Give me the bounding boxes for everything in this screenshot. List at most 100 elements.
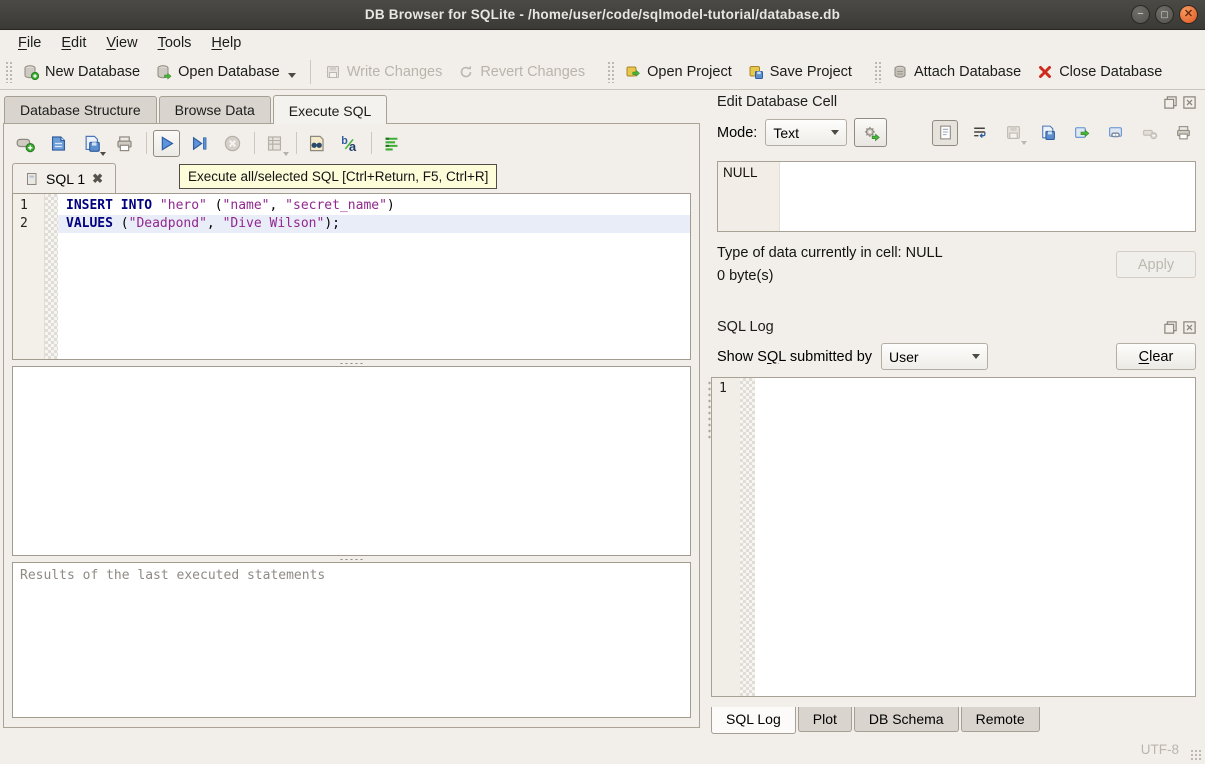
maximize-icon[interactable]: ▢ [1155,5,1174,24]
title-bar[interactable]: DB Browser for SQLite - /home/user/code/… [0,0,1205,30]
save-sql-dropdown-icon[interactable] [100,152,106,156]
menu-edit[interactable]: Edit [51,33,96,53]
submitted-by-select[interactable]: User [881,343,988,370]
open-database-dropdown-icon[interactable] [288,73,296,78]
log-line-number: 1 [719,381,727,396]
save-results-button [261,130,288,157]
print-cell-button[interactable] [1170,120,1196,146]
cell-value-editor[interactable]: NULL [717,161,1196,232]
toolbar-separator [296,132,297,154]
dock-tab-remote[interactable]: Remote [961,707,1040,732]
execute-sql-button[interactable] [153,130,180,157]
dock-tab-plot[interactable]: Plot [798,707,852,732]
revert-changes-icon [458,64,474,80]
tab-execute-sql[interactable]: Execute SQL [273,95,388,124]
toolbar-drag-handle[interactable] [874,61,881,83]
text-mode-button[interactable] [932,120,958,146]
revert-changes-label: Revert Changes [480,64,585,80]
sql-tab[interactable]: SQL 1 ✖ [12,163,116,193]
dock-tab-sql-log[interactable]: SQL Log [711,707,796,734]
close-icon[interactable]: ✕ [1179,5,1198,24]
sql-tab-close-icon[interactable]: ✖ [92,171,103,187]
dock-column: Edit Database Cell Mode: Text [707,90,1205,736]
dock-float-icon[interactable] [1163,320,1178,335]
sql-file-icon [25,172,39,186]
code-area[interactable]: INSERT INTO "hero" ("name", "secret_name… [58,194,690,359]
find-button[interactable] [303,130,330,157]
execute-current-line-button[interactable] [186,130,213,157]
toolbar-drag-handle[interactable] [607,61,614,83]
save-as-button[interactable] [1034,120,1060,146]
tab-database-structure[interactable]: Database Structure [4,96,157,123]
attach-database-button[interactable]: Attach Database [884,60,1029,84]
code-line: INSERT INTO "hero" ("name", "secret_name… [58,197,690,215]
open-database-label: Open Database [178,64,280,80]
dock-close-icon[interactable] [1182,95,1197,110]
save-sql-file-icon [82,134,101,153]
find-replace-button[interactable]: ba [336,130,363,157]
line-number-gutter: 1 2 [13,194,45,359]
new-database-button[interactable]: New Database [15,60,148,84]
cell-edit-area[interactable] [780,162,1195,231]
toolbar-separator [310,60,311,84]
word-wrap-button[interactable] [966,120,992,146]
write-changes-label: Write Changes [347,64,443,80]
import-dropdown-icon [1021,141,1027,145]
line-number: 2 [20,215,44,233]
mode-settings-button[interactable] [854,118,887,147]
close-database-label: Close Database [1059,64,1162,80]
open-project-icon [625,64,641,80]
menu-tools[interactable]: Tools [148,33,202,53]
find-replace-icon: ba [340,134,359,153]
vertical-splitter[interactable] [707,380,712,440]
attach-database-icon [892,64,908,80]
close-database-icon [1037,64,1053,80]
cell-value-gutter: NULL [718,162,780,231]
write-changes-icon [325,64,341,80]
print-icon [115,134,134,153]
execution-results[interactable]: Results of the last executed statements [12,562,691,718]
open-external-button[interactable] [1102,120,1128,146]
new-database-icon [23,64,39,80]
tab-browse-data[interactable]: Browse Data [159,96,271,123]
open-database-button[interactable]: Open Database [148,60,304,84]
dock-tab-db-schema[interactable]: DB Schema [854,707,959,732]
mode-select[interactable]: Text [765,119,847,146]
find-icon [307,134,326,153]
open-project-button[interactable]: Open Project [617,60,740,84]
svg-text:a: a [349,139,357,153]
dock-close-icon[interactable] [1182,320,1197,335]
toolbar-drag-handle[interactable] [5,61,12,83]
svg-text:b: b [341,135,348,147]
format-sql-button[interactable] [378,130,405,157]
save-project-button[interactable]: Save Project [740,60,860,84]
revert-changes-button: Revert Changes [450,60,593,84]
toolbar-separator [146,132,147,154]
execute-sql-frame: ba SQL 1 ✖ Execute all/selected SQL [Ctr… [3,123,700,728]
menu-file[interactable]: File [8,33,51,53]
sql-log-view[interactable]: 1 [711,377,1196,697]
export-data-button[interactable] [1068,120,1094,146]
log-content[interactable] [755,378,1195,696]
clear-button[interactable]: Clear [1116,343,1196,370]
apply-button: Apply [1116,251,1196,278]
status-bar: UTF-8 [0,736,1205,764]
print-button[interactable] [111,130,138,157]
open-sql-file-button[interactable] [45,130,72,157]
open-tab-button[interactable] [12,130,39,157]
save-sql-file-button[interactable] [78,130,105,157]
encoding-status[interactable]: UTF-8 [1141,742,1179,757]
close-database-button[interactable]: Close Database [1029,60,1170,84]
menu-help[interactable]: Help [201,33,251,53]
results-placeholder: Results of the last executed statements [20,568,325,583]
dock-float-icon[interactable] [1163,95,1178,110]
toolbar-separator [371,132,372,154]
menu-view[interactable]: View [96,33,147,53]
resize-grip[interactable] [1190,749,1202,761]
show-sql-label: Show SQL submitted by [717,349,872,365]
sql-code-editor[interactable]: 1 2 INSERT INTO "hero" ("name", "secret_… [12,193,691,360]
mode-settings-icon [862,124,880,142]
main-tab-bar: Database Structure Browse Data Execute S… [4,94,389,123]
results-grid[interactable] [12,366,691,556]
minimize-icon[interactable]: − [1131,5,1150,24]
